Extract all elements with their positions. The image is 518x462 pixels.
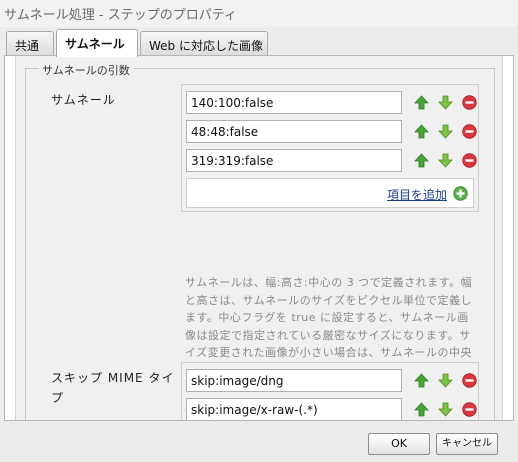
arrow-down-icon[interactable]	[438, 402, 453, 417]
tab-panel: サムネールの引数 サムネール 140:100:false 48:48:false	[4, 55, 514, 421]
add-item-link[interactable]: 項目を追加	[387, 186, 447, 203]
thumbnails-label: サムネール	[51, 93, 116, 107]
skip-mime-input[interactable]: skip:image/dng	[186, 369, 402, 392]
arrow-down-icon[interactable]	[438, 153, 453, 168]
remove-icon[interactable]	[462, 373, 477, 388]
arrow-down-icon[interactable]	[438, 95, 453, 110]
arrow-down-icon[interactable]	[438, 124, 453, 139]
dialog-footer: OK キャンセル	[0, 421, 518, 462]
properties-dialog: サムネール処理 - ステップのプロパティ 共通 サムネール Web に対応した画…	[0, 0, 518, 462]
tab-web-image[interactable]: Web に対応した画像	[140, 31, 268, 56]
thumbnails-multifield: 140:100:false 48:48:false 319:319:false …	[181, 84, 479, 212]
thumbnail-input[interactable]: 48:48:false	[186, 120, 402, 143]
fieldset-legend: サムネールの引数	[39, 62, 133, 78]
tab-common[interactable]: 共通	[6, 31, 54, 56]
skip-mime-multifield: skip:image/dng skip:image/x-raw-(.*)	[181, 362, 479, 420]
arrow-up-icon[interactable]	[414, 153, 429, 168]
arrow-up-icon[interactable]	[414, 373, 429, 388]
scrollbar[interactable]	[503, 56, 513, 420]
arrow-up-icon[interactable]	[414, 95, 429, 110]
remove-icon[interactable]	[462, 95, 477, 110]
remove-icon[interactable]	[462, 402, 477, 417]
cancel-button[interactable]: キャンセル	[436, 433, 498, 455]
skip-mime-label-line2: プ	[51, 391, 65, 405]
skip-mime-label: スキップ MIME タイ プ	[51, 368, 174, 408]
skip-mime-input[interactable]: skip:image/x-raw-(.*)	[186, 398, 402, 420]
add-icon[interactable]	[453, 186, 468, 201]
ok-button[interactable]: OK	[368, 433, 430, 455]
add-item-row: 項目を追加	[186, 178, 474, 208]
thumbnail-input[interactable]: 140:100:false	[186, 91, 402, 114]
tab-thumbnail[interactable]: サムネール	[56, 29, 138, 57]
thumbnail-input[interactable]: 319:319:false	[186, 149, 402, 172]
arrow-up-icon[interactable]	[414, 402, 429, 417]
window-title: サムネール処理 - ステップのプロパティ	[0, 0, 518, 27]
arrow-up-icon[interactable]	[414, 124, 429, 139]
skip-mime-label-line1: スキップ MIME タイ	[51, 371, 175, 385]
arrow-down-icon[interactable]	[438, 373, 453, 388]
remove-icon[interactable]	[462, 153, 477, 168]
remove-icon[interactable]	[462, 124, 477, 139]
